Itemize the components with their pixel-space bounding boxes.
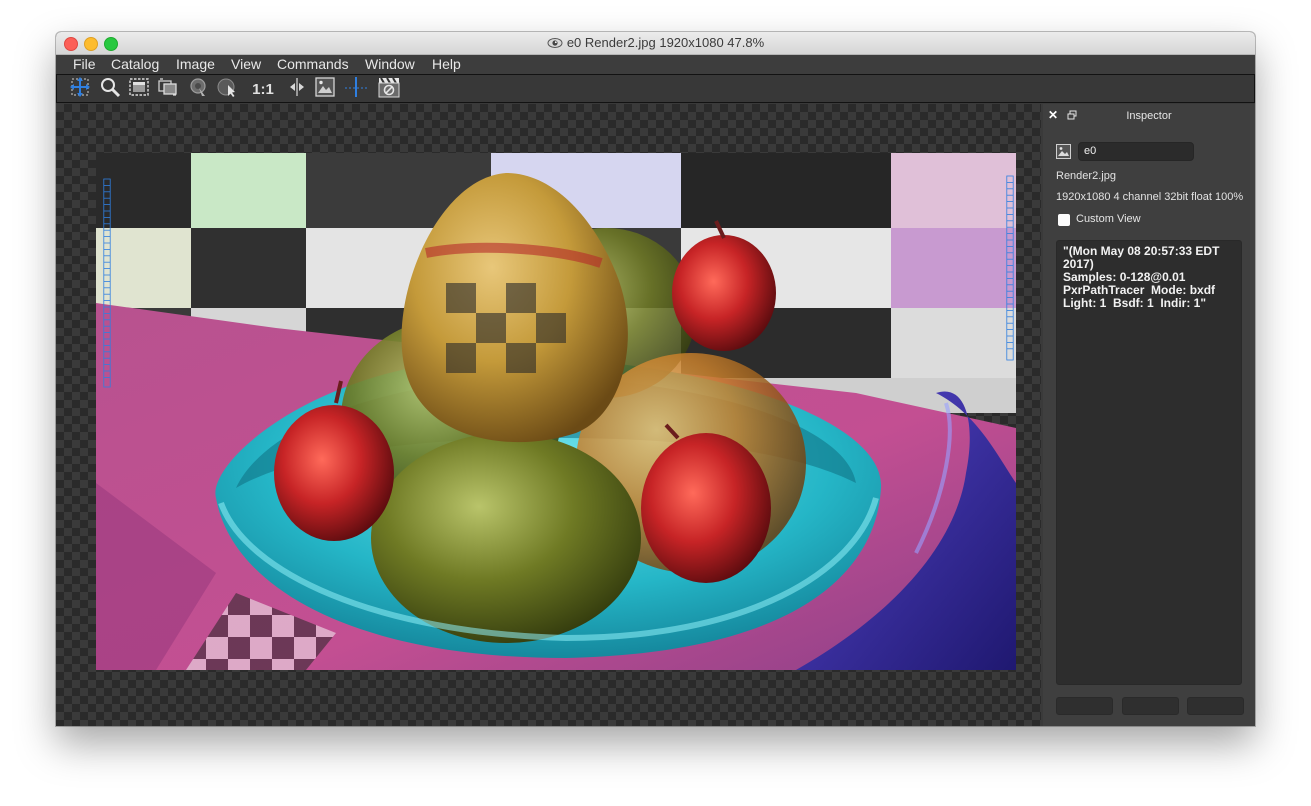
menu-image[interactable]: Image bbox=[176, 56, 215, 72]
guide-line-icon bbox=[344, 75, 368, 104]
clapperboard-icon bbox=[377, 75, 401, 104]
image-thumbnail-icon bbox=[1056, 144, 1071, 159]
color-picker-button[interactable] bbox=[186, 77, 210, 101]
custom-view-checkbox[interactable] bbox=[1058, 214, 1070, 226]
image-info: 1920x1080 4 channel 32bit float 100% bbox=[1056, 191, 1244, 203]
inspector-panel: ✕ Inspector Render2.jpg 1920x1080 4 chan… bbox=[1043, 104, 1255, 726]
image-viewport[interactable] bbox=[56, 104, 1041, 726]
render-image bbox=[96, 153, 1016, 670]
menu-view[interactable]: View bbox=[231, 56, 261, 72]
image-filename: Render2.jpg bbox=[1056, 170, 1116, 182]
window-title-wrap: e0 Render2.jpg 1920x1080 47.8% bbox=[56, 35, 1255, 52]
sample-tool-button[interactable] bbox=[215, 77, 239, 101]
inspector-button-1[interactable] bbox=[1056, 697, 1113, 715]
one-to-one-label: 1:1 bbox=[252, 80, 274, 98]
eye-icon bbox=[547, 37, 563, 52]
menu-window[interactable]: Window bbox=[365, 56, 415, 72]
menu-file[interactable]: File bbox=[73, 56, 96, 72]
pan-tool-icon bbox=[68, 75, 92, 104]
custom-view-label: Custom View bbox=[1076, 213, 1141, 225]
clapperboard-button[interactable] bbox=[377, 75, 401, 104]
right-guide-ruler[interactable] bbox=[1006, 153, 1014, 383]
fit-image-button[interactable] bbox=[313, 75, 337, 104]
zoom-tool-icon bbox=[98, 75, 122, 104]
one-to-one-button[interactable]: 1:1 bbox=[249, 77, 277, 101]
app-window: e0 Render2.jpg 1920x1080 47.8% File Cata… bbox=[56, 32, 1255, 726]
compare-split-icon bbox=[285, 75, 309, 104]
sample-tool-icon bbox=[215, 75, 239, 104]
title-bar: e0 Render2.jpg 1920x1080 47.8% bbox=[56, 32, 1255, 55]
image-name-field[interactable] bbox=[1078, 142, 1194, 161]
menu-commands[interactable]: Commands bbox=[277, 56, 349, 72]
toolbar: 1:1 bbox=[56, 74, 1255, 103]
crop-tool-button[interactable] bbox=[156, 77, 180, 101]
marquee-select-icon bbox=[127, 75, 151, 104]
fit-image-icon bbox=[313, 75, 337, 104]
crop-tool-icon bbox=[156, 75, 180, 104]
color-picker-icon bbox=[186, 75, 210, 104]
left-guide-ruler[interactable] bbox=[103, 153, 111, 413]
inspector-button-2[interactable] bbox=[1122, 697, 1179, 715]
menu-bar: File Catalog Image View Commands Window … bbox=[56, 55, 1255, 74]
marquee-select-button[interactable] bbox=[127, 77, 151, 101]
zoom-tool-button[interactable] bbox=[98, 77, 122, 101]
inspector-button-3[interactable] bbox=[1187, 697, 1244, 715]
guide-line-button[interactable] bbox=[344, 75, 368, 104]
window-title: e0 Render2.jpg 1920x1080 47.8% bbox=[566, 35, 765, 50]
menu-help[interactable]: Help bbox=[432, 56, 461, 72]
compare-split-button[interactable] bbox=[285, 77, 309, 101]
metadata-text-area[interactable]: "(Mon May 08 20:57:33 EDT 2017) Samples:… bbox=[1056, 240, 1242, 685]
menu-catalog[interactable]: Catalog bbox=[111, 56, 159, 72]
inspector-title: Inspector bbox=[1126, 110, 1172, 122]
pan-tool-button[interactable] bbox=[68, 75, 92, 104]
